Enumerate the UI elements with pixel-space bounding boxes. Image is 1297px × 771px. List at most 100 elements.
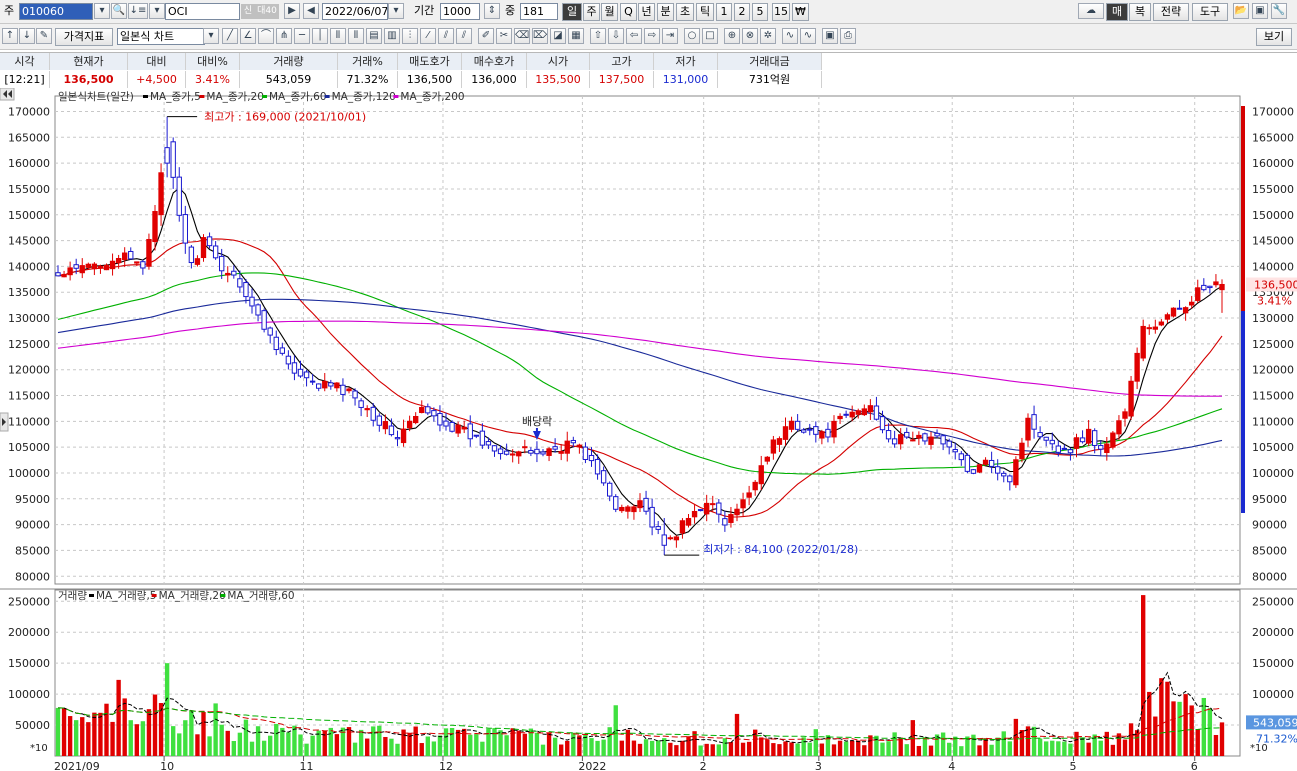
volume-legend-item: MA_거래량,20 xyxy=(159,590,226,602)
price-tick-left: 85000 xyxy=(15,544,50,557)
wave2-icon[interactable]: ∿ xyxy=(800,28,816,44)
arrow-up-icon[interactable]: ⇧ xyxy=(590,28,606,44)
bar-icon[interactable]: ▥ xyxy=(384,28,400,44)
zoom-out-icon[interactable]: ⊗ xyxy=(742,28,758,44)
vertical-line-icon[interactable]: │ xyxy=(312,28,328,44)
volume-bar xyxy=(1147,691,1152,756)
interval-button-10[interactable]: 5 xyxy=(752,3,768,21)
cloud-icon[interactable]: ☁ xyxy=(1078,3,1104,19)
goto-icon[interactable]: ⇥ xyxy=(662,28,678,44)
price-tick-left: 135000 xyxy=(8,286,50,299)
price-tick-left: 90000 xyxy=(15,519,50,532)
candlestick-chart[interactable]: 170000 170000 165000 165000 160000 160000 1550… xyxy=(0,88,1297,771)
drawing-toolbar: ↑ ↓ ✎ 가격지표 일본식 차트 ▾ ╱ ∠ ⌒ ⋔ ─ │ ⦀ ⦀ ▤ ▥ ⫶ ⁄ ⫽ ⫽ ✐ ✂ ⌫ ⌦ ◪ ▦… xyxy=(0,24,1297,50)
arrow-down-icon[interactable]: ↓ xyxy=(19,28,35,44)
scale-bar-down xyxy=(1241,311,1245,513)
sort-icon[interactable]: ↓≡ xyxy=(128,3,148,19)
settings-icon[interactable]: ✲ xyxy=(760,28,776,44)
search-icon[interactable]: 🔍 xyxy=(111,3,127,19)
code-dropdown-icon[interactable]: ▾ xyxy=(94,3,110,19)
market-label: 주 xyxy=(4,4,15,17)
candle-body xyxy=(425,406,431,414)
interval-button-11[interactable]: 15 xyxy=(772,3,790,21)
arrow-down-icon[interactable]: ⇩ xyxy=(608,28,624,44)
fan-icon[interactable]: ⋔ xyxy=(276,28,292,44)
play-forward-icon[interactable]: ▶ xyxy=(284,3,300,19)
interval-button-5[interactable]: 분 xyxy=(657,3,674,21)
erase-icon[interactable]: ⌫ xyxy=(514,28,530,44)
horizontal-line-icon[interactable]: ─ xyxy=(294,28,310,44)
stock-code-input[interactable]: 010060 xyxy=(19,3,93,20)
candle-body xyxy=(1061,447,1068,450)
fibo-time-icon[interactable]: ⦀ xyxy=(330,28,346,44)
image-icon[interactable]: ▣ xyxy=(822,28,838,44)
play-back-icon[interactable]: ◀ xyxy=(303,3,319,19)
arrow-left-icon[interactable]: ⇦ xyxy=(626,28,642,44)
interval-button-12[interactable]: ₩ xyxy=(792,3,809,21)
compound-button[interactable]: 복 xyxy=(1129,3,1151,21)
zoom-in-icon[interactable]: ⊕ xyxy=(724,28,740,44)
chart-type-select[interactable]: 일본식 차트 xyxy=(117,28,205,45)
angle-icon[interactable]: ∠ xyxy=(240,28,256,44)
interval-button-8[interactable]: 1 xyxy=(716,3,732,21)
interval-button-2[interactable]: 월 xyxy=(601,3,618,21)
parallel-icon[interactable]: ⫽ xyxy=(438,28,454,44)
pen-icon[interactable]: ✐ xyxy=(478,28,494,44)
pitchfork-icon[interactable]: ⫽ xyxy=(456,28,472,44)
table-icon[interactable]: ▦ xyxy=(568,28,584,44)
edit-icon[interactable]: ✎ xyxy=(36,28,52,44)
price-indicator-button[interactable]: 가격지표 xyxy=(55,28,113,46)
interval-button-1[interactable]: 주 xyxy=(583,3,600,21)
volume-bar xyxy=(983,738,988,756)
wave-icon[interactable]: ∿ xyxy=(782,28,798,44)
volume-bar xyxy=(304,743,309,756)
trend-line-icon[interactable]: ╱ xyxy=(222,28,238,44)
circle-icon[interactable]: ○ xyxy=(684,28,700,44)
grid-icon[interactable]: ▤ xyxy=(366,28,382,44)
interval-button-7[interactable]: 틱 xyxy=(696,3,714,21)
interval-button-6[interactable]: 초 xyxy=(676,3,694,21)
folder-icon[interactable]: 📂 xyxy=(1233,3,1249,19)
fill-icon[interactable]: ◪ xyxy=(550,28,566,44)
volume-bar xyxy=(801,737,806,756)
volume-tick-right: 150000 xyxy=(1252,657,1294,670)
candle-body xyxy=(1219,283,1225,291)
speed-line-icon[interactable]: ⁄ xyxy=(420,28,436,44)
volume-bar xyxy=(1165,681,1170,756)
save-icon[interactable]: ▣ xyxy=(1252,3,1268,19)
range-icon[interactable]: ⇕ xyxy=(484,3,500,19)
view-button[interactable]: 보기 xyxy=(1256,28,1292,46)
calendar-dropdown-icon[interactable]: ▾ xyxy=(388,3,404,19)
rectangle-icon[interactable]: □ xyxy=(702,28,718,44)
candle-body xyxy=(964,454,971,472)
print-icon[interactable]: ⎙ xyxy=(840,28,856,44)
interval-button-4[interactable]: 년 xyxy=(638,3,655,21)
candle-body xyxy=(516,451,522,457)
interval-button-9[interactable]: 2 xyxy=(734,3,750,21)
arrow-up-icon[interactable]: ↑ xyxy=(2,28,18,44)
candle-body xyxy=(376,415,382,426)
single-button[interactable]: 매 xyxy=(1106,3,1128,21)
interval-button-3[interactable]: Q xyxy=(620,3,637,21)
arc-icon[interactable]: ⌒ xyxy=(258,28,274,44)
date-input[interactable]: 2022/06/07 xyxy=(322,3,388,20)
count-input[interactable]: 181 xyxy=(520,3,558,20)
history-dropdown-icon[interactable]: ▾ xyxy=(149,3,165,19)
volume-bar xyxy=(377,725,382,756)
tools-button[interactable]: 도구 xyxy=(1192,3,1228,21)
quote-value-5: 71.32% xyxy=(338,71,398,88)
wrench-icon[interactable]: 🔧 xyxy=(1271,3,1287,19)
period-input[interactable]: 1000 xyxy=(440,3,480,20)
scissors-icon[interactable]: ✂ xyxy=(496,28,512,44)
candle-body xyxy=(607,482,613,497)
interval-button-0[interactable]: 일 xyxy=(562,3,582,21)
price-tick-right: 145000 xyxy=(1252,235,1294,248)
fibo-icon[interactable]: ⦀ xyxy=(348,28,364,44)
channel-icon[interactable]: ⫶ xyxy=(402,28,418,44)
candle-body xyxy=(140,261,146,269)
strategy-button[interactable]: 전략 xyxy=(1153,3,1189,21)
delete-icon[interactable]: ⌦ xyxy=(532,28,548,44)
chart-type-dropdown-icon[interactable]: ▾ xyxy=(203,28,219,44)
volume-bar xyxy=(704,743,709,756)
arrow-right-icon[interactable]: ⇨ xyxy=(644,28,660,44)
